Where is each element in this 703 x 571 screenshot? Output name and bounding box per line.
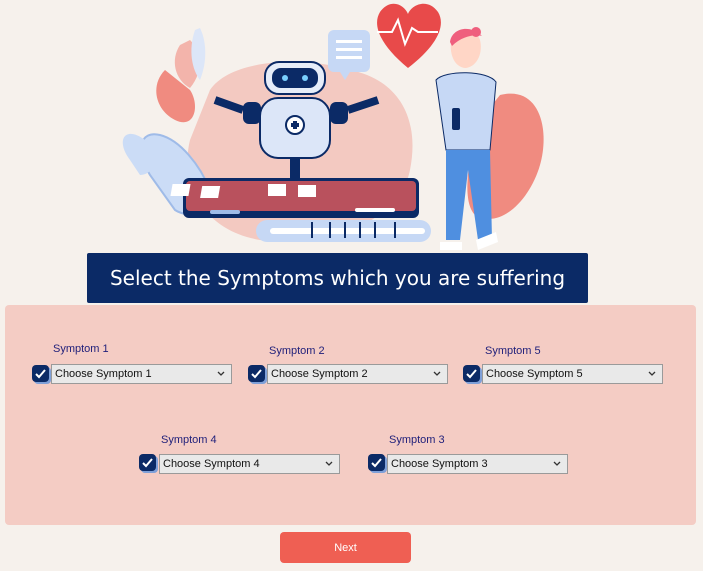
symptom-4-select[interactable]: Choose Symptom 4: [159, 454, 340, 474]
next-button[interactable]: Next: [280, 532, 411, 563]
page-title-banner: Select the Symptoms which you are suffer…: [87, 253, 588, 303]
symptom-1-select-value: Choose Symptom 1: [55, 368, 152, 380]
checkbox-icon[interactable]: [368, 454, 385, 471]
phone-icon: [170, 178, 419, 218]
symptom-1-field: Symptom 1 Choose Symptom 1: [30, 343, 232, 388]
chevron-down-icon: [648, 371, 656, 376]
heart-icon: [377, 3, 441, 69]
symptom-4-field: Symptom 4 Choose Symptom 4: [137, 434, 342, 479]
page-title: Select the Symptoms which you are suffer…: [109, 266, 566, 290]
symptom-4-select-value: Choose Symptom 4: [163, 458, 260, 470]
symptom-5-field: Symptom 5 Choose Symptom 5: [461, 345, 666, 390]
symptom-1-select[interactable]: Choose Symptom 1: [51, 364, 232, 384]
symptom-5-select-value: Choose Symptom 5: [486, 368, 583, 380]
symptom-3-select-value: Choose Symptom 3: [391, 458, 488, 470]
symptom-3-select[interactable]: Choose Symptom 3: [387, 454, 568, 474]
checkbox-icon[interactable]: [463, 365, 480, 382]
chevron-down-icon: [217, 371, 225, 376]
symptom-5-select[interactable]: Choose Symptom 5: [482, 364, 663, 384]
chevron-down-icon: [325, 461, 333, 466]
doctor-illustration: [435, 27, 498, 250]
symptom-5-label: Symptom 5: [485, 345, 541, 357]
symptom-4-label: Symptom 4: [161, 434, 217, 446]
hero-illustration: [122, 3, 544, 250]
symptom-2-field: Symptom 2 Choose Symptom 2: [246, 345, 451, 390]
symptom-2-select-value: Choose Symptom 2: [271, 368, 368, 380]
chevron-down-icon: [553, 461, 561, 466]
symptom-2-select[interactable]: Choose Symptom 2: [267, 364, 448, 384]
checkbox-icon[interactable]: [139, 454, 156, 471]
symptom-3-field: Symptom 3 Choose Symptom 3: [366, 434, 571, 479]
symptom-form-panel: [5, 305, 696, 525]
checkbox-icon[interactable]: [248, 365, 265, 382]
checkbox-icon[interactable]: [32, 365, 49, 382]
symptom-2-label: Symptom 2: [269, 345, 325, 357]
chevron-down-icon: [433, 371, 441, 376]
symptom-1-label: Symptom 1: [53, 343, 109, 355]
symptom-3-label: Symptom 3: [389, 434, 445, 446]
